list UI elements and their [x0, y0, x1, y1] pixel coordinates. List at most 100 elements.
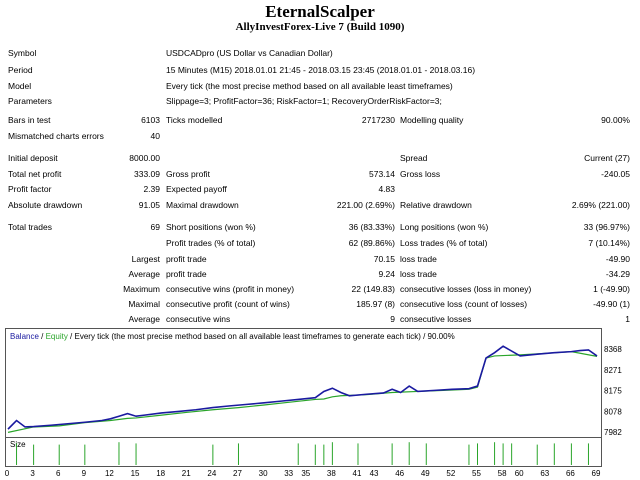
- equity-series-line: [7, 351, 598, 433]
- maxl-cp-label: consecutive profit (count of wins): [166, 299, 290, 309]
- report-title: EternalScalper: [265, 2, 375, 21]
- grossloss-value: -240.05: [601, 169, 630, 179]
- ticks-label: Ticks modelled: [166, 115, 223, 125]
- maxl-cp-value: 185.97 (8): [356, 299, 395, 309]
- maximal-label: Maximal: [128, 299, 160, 309]
- maximum-label: Maximum: [123, 284, 160, 294]
- quality-label: Modelling quality: [400, 115, 464, 125]
- x-tick-label: 55: [472, 469, 481, 478]
- y-tick-label: 8368: [604, 345, 622, 354]
- model-label: Model: [8, 81, 32, 91]
- ltrades-label: Loss trades (% of total): [400, 238, 488, 248]
- symbol-label: Symbol: [8, 48, 37, 58]
- report-subtitle: AllyInvestForex-Live 7 (Build 1090): [235, 21, 405, 33]
- x-tick-label: 6: [56, 469, 61, 478]
- x-tick-label: 12: [105, 469, 114, 478]
- x-tick-label: 69: [592, 469, 601, 478]
- largest-lt-value: -49.90: [605, 254, 630, 264]
- ticks-value: 2717230: [361, 115, 395, 125]
- chart-x-axis: 0 3 6 9 12 15 18 21 24 27 30 33 35 38 41 43 46 49 52 55 58 60…: [5, 469, 601, 478]
- average-lt-value: -34.29: [605, 269, 630, 279]
- largest-pt-label: profit trade: [166, 254, 207, 264]
- payoff-label: Expected payoff: [166, 184, 227, 194]
- max-cw-value: 22 (149.83): [351, 284, 395, 294]
- avg-cl-label: consecutive losses: [400, 314, 472, 324]
- grossloss-label: Gross loss: [400, 169, 441, 179]
- x-tick-label: 46: [395, 469, 404, 478]
- x-tick-label: 9: [82, 469, 87, 478]
- quality-value: 90.00%: [601, 115, 630, 125]
- ltrades-value: 7 (10.14%): [588, 238, 630, 248]
- trades-value: 69: [150, 222, 160, 232]
- period-label: Period: [8, 65, 33, 75]
- deposit-label: Initial deposit: [8, 153, 58, 163]
- model-value: Every tick (the most precise method base…: [166, 81, 453, 91]
- average-pt-value: 9.24: [378, 269, 395, 279]
- size-chart-plot: [16, 442, 589, 465]
- bars-value: 6103: [141, 115, 160, 125]
- largest-pt-value: 70.15: [373, 254, 395, 264]
- largest-lt-label: loss trade: [400, 254, 437, 264]
- average-pt-label: profit trade: [166, 269, 207, 279]
- bars-label: Bars in test: [8, 115, 51, 125]
- x-tick-label: 18: [156, 469, 165, 478]
- largest-label: Largest: [131, 254, 160, 264]
- x-tick-label: 41: [353, 469, 362, 478]
- max-cw-label: consecutive wins (profit in money): [166, 284, 295, 294]
- netprofit-label: Total net profit: [8, 169, 62, 179]
- short-label: Short positions (won %): [166, 222, 256, 232]
- x-tick-label: 49: [421, 469, 430, 478]
- pf-label: Profit factor: [8, 184, 52, 194]
- mismatch-label: Mismatched charts errors: [8, 131, 104, 141]
- parameters-label: Parameters: [8, 96, 52, 106]
- avg-cw-value: 9: [390, 314, 395, 324]
- y-tick-label: 8271: [604, 366, 622, 375]
- x-tick-label: 30: [259, 469, 268, 478]
- x-tick-label: 63: [540, 469, 549, 478]
- grossprofit-value: 573.14: [369, 169, 395, 179]
- y-tick-label: 7982: [604, 428, 622, 437]
- x-tick-label: 43: [370, 469, 379, 478]
- x-tick-label: 15: [131, 469, 140, 478]
- balance-chart-plot: [7, 345, 598, 433]
- x-tick-label: 38: [327, 469, 336, 478]
- period-value: 15 Minutes (M15) 2018.01.01 21:45 - 2018…: [166, 65, 476, 75]
- mismatch-value: 40: [150, 131, 160, 141]
- x-tick-label: 52: [446, 469, 455, 478]
- avg-cw-label: consecutive wins: [166, 314, 231, 324]
- x-tick-label: 0: [5, 469, 10, 478]
- absdd-value: 91.05: [138, 200, 160, 210]
- short-value: 36 (83.33%): [348, 222, 395, 232]
- maxdd-label: Maximal drawdown: [166, 200, 239, 210]
- long-value: 33 (96.97%): [583, 222, 630, 232]
- netprofit-value: 333.09: [134, 169, 160, 179]
- max-cl-label: consecutive losses (loss in money): [400, 284, 532, 294]
- max-cl-value: 1 (-49.90): [593, 284, 630, 294]
- spread-label: Spread: [400, 153, 428, 163]
- y-tick-label: 8078: [604, 407, 622, 416]
- x-tick-label: 66: [566, 469, 575, 478]
- average-label: Average: [128, 269, 160, 279]
- reldd-value: 2.69% (221.00): [571, 200, 630, 210]
- ptrades-value: 62 (89.86%): [348, 238, 395, 248]
- payoff-value: 4.83: [378, 184, 395, 194]
- x-tick-label: 24: [207, 469, 216, 478]
- avg2-label: Average: [128, 314, 160, 324]
- x-tick-label: 27: [233, 469, 242, 478]
- balance-series-line: [7, 345, 598, 430]
- long-label: Long positions (won %): [400, 222, 489, 232]
- x-tick-label: 33: [284, 469, 293, 478]
- average-lt-label: loss trade: [400, 269, 437, 279]
- deposit-value: 8000.00: [129, 153, 160, 163]
- absdd-label: Absolute drawdown: [8, 200, 83, 210]
- avg-cl-value: 1: [625, 314, 630, 324]
- pf-value: 2.39: [143, 184, 160, 194]
- y-tick-label: 8175: [604, 386, 622, 395]
- size-chart: Size: [5, 437, 602, 467]
- reldd-label: Relative drawdown: [400, 200, 472, 210]
- spread-value: Current (27): [584, 153, 630, 163]
- x-tick-label: 21: [182, 469, 191, 478]
- x-tick-label: 3: [30, 469, 35, 478]
- chart-y-axis: 8368 8271 8175 8078 7982: [604, 345, 622, 437]
- ptrades-label: Profit trades (% of total): [166, 238, 256, 248]
